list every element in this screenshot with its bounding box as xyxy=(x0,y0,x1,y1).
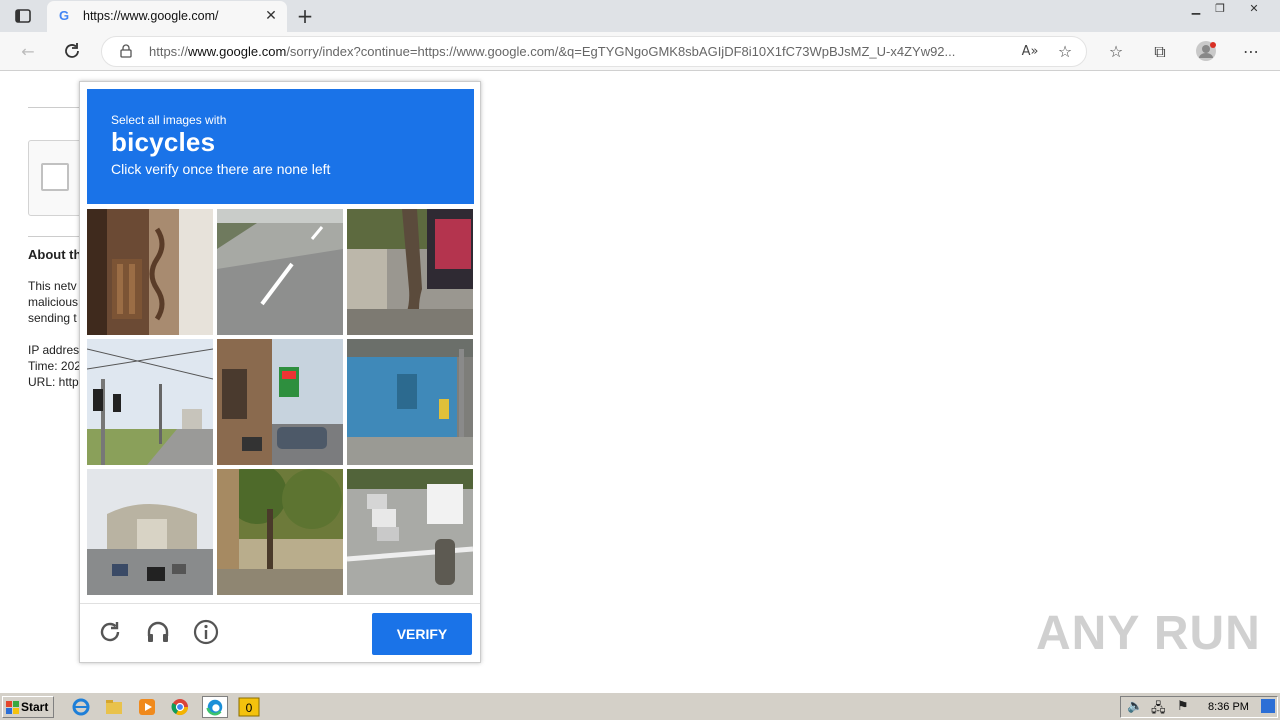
address-bar[interactable]: https://www.google.com/sorry/index?conti… xyxy=(101,36,1087,67)
lock-icon[interactable] xyxy=(120,44,132,58)
reload-icon[interactable] xyxy=(61,40,83,62)
address-url[interactable]: https://www.google.com/sorry/index?conti… xyxy=(149,44,1011,59)
info-line: Time: 202 xyxy=(28,359,81,373)
info-icon[interactable] xyxy=(192,618,220,646)
verify-button[interactable]: VERIFY xyxy=(372,613,472,655)
favorites-icon[interactable]: ☆ xyxy=(1105,41,1127,63)
challenge-object: bicycles xyxy=(111,127,216,157)
start-label: Start xyxy=(21,700,49,714)
new-tab-button[interactable]: + xyxy=(294,5,316,27)
settings-menu-icon[interactable]: ⋯ xyxy=(1240,41,1262,63)
image-tile[interactable] xyxy=(87,339,213,465)
image-tile[interactable] xyxy=(217,339,343,465)
challenge-prompt-pre: Select all images with xyxy=(111,113,227,127)
ie-icon[interactable] xyxy=(70,696,92,718)
image-tile[interactable] xyxy=(347,339,473,465)
network-icon[interactable]: 🖧 xyxy=(1151,699,1166,721)
app-icon[interactable]: 0 xyxy=(237,696,261,718)
minimize-button[interactable]: ▁ xyxy=(1185,2,1207,16)
challenge-prompt-post: Click verify once there are none left xyxy=(111,161,331,177)
collections-icon[interactable]: ⧉ xyxy=(1149,41,1171,63)
flag-icon[interactable]: ⚑ xyxy=(1177,699,1189,714)
svg-text:0: 0 xyxy=(246,701,253,715)
chrome-icon[interactable] xyxy=(169,696,191,718)
show-desktop-icon[interactable] xyxy=(1261,699,1275,713)
read-aloud-icon[interactable]: A» xyxy=(1019,41,1041,63)
media-player-icon[interactable] xyxy=(136,696,158,718)
info-line: URL: http xyxy=(28,375,79,389)
body-line: malicious xyxy=(28,295,79,309)
edge-icon[interactable] xyxy=(202,696,228,718)
image-tile[interactable] xyxy=(87,469,213,595)
image-tile[interactable] xyxy=(347,469,473,595)
url-path: /sorry/index?continue=https://www.google… xyxy=(286,44,956,59)
close-window-button[interactable]: ✕ xyxy=(1243,2,1265,16)
profile-avatar-icon[interactable] xyxy=(1195,40,1217,62)
start-button[interactable]: Start xyxy=(2,696,54,718)
url-scheme: https:// xyxy=(149,44,189,59)
image-tile[interactable] xyxy=(217,469,343,595)
clock: 8:36 PM xyxy=(1208,701,1249,713)
image-grid xyxy=(87,209,474,596)
tab-close-icon[interactable]: ✕ xyxy=(263,8,279,24)
google-favicon-icon: G xyxy=(59,8,70,23)
tab-actions-icon[interactable] xyxy=(14,7,32,25)
reload-challenge-icon[interactable] xyxy=(96,618,124,646)
taskbar: Start 0 🔈 🖧 ⚑ 8:36 PM xyxy=(0,692,1280,720)
system-tray: 🔈 🖧 ⚑ 8:36 PM xyxy=(1120,696,1278,718)
restore-button[interactable]: ❐ xyxy=(1209,2,1231,16)
challenge-footer: VERIFY xyxy=(80,603,480,663)
recaptcha-challenge: Select all images with bicycles Click ve… xyxy=(79,81,481,663)
body-line: This netv xyxy=(28,279,77,293)
browser-titlebar: G https://www.google.com/ ✕ + ▁ ❐ ✕ xyxy=(0,0,1280,32)
anyrun-watermark: ANY RUN xyxy=(1036,607,1261,660)
browser-tab[interactable]: G https://www.google.com/ ✕ xyxy=(47,1,287,32)
explorer-icon[interactable] xyxy=(103,696,125,718)
url-host: www.google.com xyxy=(188,44,287,59)
recaptcha-checkbox[interactable] xyxy=(41,163,69,191)
image-tile[interactable] xyxy=(217,209,343,335)
about-heading: About th xyxy=(28,247,82,262)
info-line: IP addres xyxy=(28,343,80,357)
image-tile[interactable] xyxy=(347,209,473,335)
audio-challenge-icon[interactable] xyxy=(144,618,172,646)
add-favorite-icon[interactable]: ☆ xyxy=(1054,41,1076,63)
back-arrow-icon[interactable]: ← xyxy=(17,41,39,63)
image-tile[interactable] xyxy=(87,209,213,335)
volume-icon[interactable]: 🔈 xyxy=(1127,699,1143,714)
challenge-header: Select all images with bicycles Click ve… xyxy=(87,89,474,204)
tab-title: https://www.google.com/ xyxy=(83,9,219,23)
body-line: sending t xyxy=(28,311,77,325)
windows-logo-icon xyxy=(6,701,19,714)
browser-toolbar: ← https://www.google.com/sorry/index?con… xyxy=(0,32,1280,71)
